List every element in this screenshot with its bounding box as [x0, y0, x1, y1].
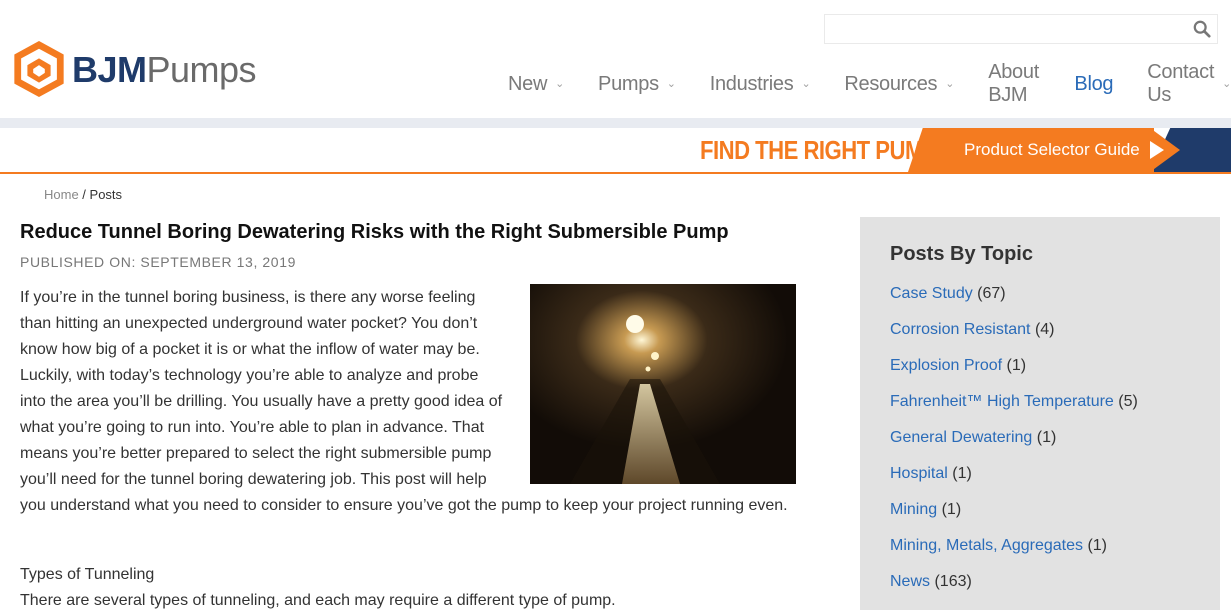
- topic-item: General Dewatering (1): [890, 427, 1138, 463]
- nav-item-pumps[interactable]: Pumps ⌄: [598, 70, 676, 98]
- product-selector-button[interactable]: Product Selector Guide: [908, 128, 1154, 172]
- chevron-down-icon: ⌄: [666, 77, 676, 90]
- topic-link[interactable]: Mining: [890, 501, 937, 518]
- topic-count: (1): [941, 501, 962, 518]
- nav-label: Industries: [709, 72, 794, 95]
- topic-count: (1): [952, 465, 972, 482]
- nav-item-industries[interactable]: Industries ⌄: [710, 70, 811, 98]
- topic-link[interactable]: Mining, Metals, Aggregates: [890, 537, 1083, 554]
- nav-item-blog[interactable]: Blog: [1074, 70, 1113, 98]
- logo-bjm: BJM: [72, 49, 147, 90]
- breadcrumb-home[interactable]: Home: [44, 187, 79, 202]
- nav-label: Contact Us: [1147, 61, 1215, 106]
- topic-count: (163): [934, 573, 972, 590]
- nav-label: Resources: [844, 72, 938, 95]
- article-title: Reduce Tunnel Boring Dewatering Risks wi…: [20, 221, 729, 243]
- nav-label: New: [508, 72, 548, 95]
- topic-count: (5): [1118, 393, 1138, 410]
- topic-item: Explosion Proof (1): [890, 355, 1138, 391]
- search-box: [824, 14, 1218, 44]
- tunnel-photo: [530, 284, 796, 484]
- chevron-down-icon: ⌄: [555, 77, 565, 90]
- topic-item: Case Study (67): [890, 283, 1138, 319]
- section-heading: Types of Tunneling: [20, 566, 155, 583]
- published-date: PUBLISHED ON: SEPTEMBER 13, 2019: [20, 254, 296, 270]
- sidebar-title: Posts By Topic: [890, 243, 1033, 265]
- article-paragraph: There are several types of tunneling, an…: [20, 592, 616, 609]
- find-pump-banner: FIND THE RIGHT PUMP Product Selector Gui…: [0, 128, 1231, 174]
- article-intro: If you’re in the tunnel boring business,…: [20, 284, 800, 519]
- breadcrumb-separator: /: [78, 187, 90, 202]
- topic-link[interactable]: Explosion Proof: [890, 357, 1002, 374]
- nav-label: Pumps: [598, 72, 659, 95]
- bjm-logo-mark-icon: [14, 41, 64, 98]
- breadcrumb-current: Posts: [89, 187, 123, 202]
- posts-by-topic-sidebar: Posts By Topic Case Study (67) Corrosion…: [860, 217, 1220, 610]
- chevron-down-icon: ⌄: [801, 77, 811, 90]
- chevron-down-icon: ⌄: [1222, 77, 1231, 90]
- main-nav: New ⌄ Pumps ⌄ Industries ⌄ Resources ⌄ About…: [508, 61, 1231, 106]
- topic-item: Fahrenheit™ High Temperature (5): [890, 391, 1138, 427]
- breadcrumb: Home / Posts: [44, 187, 122, 202]
- topic-item: Mining (1): [890, 499, 1138, 535]
- nav-label: Blog: [1074, 72, 1114, 95]
- nav-label: About BJM: [988, 61, 1039, 106]
- chevron-down-icon: ⌄: [945, 77, 955, 90]
- topic-list: Case Study (67) Corrosion Resistant (4) …: [890, 283, 1138, 607]
- topic-item: Hospital (1): [890, 463, 1138, 499]
- topic-count: (1): [1087, 537, 1108, 554]
- topic-count: (1): [1036, 429, 1057, 446]
- nav-item-about[interactable]: About BJM: [988, 61, 1040, 106]
- topic-count: (1): [1006, 357, 1027, 374]
- topic-link[interactable]: News: [890, 573, 930, 590]
- topic-link[interactable]: Hospital: [890, 465, 948, 482]
- header-divider: [0, 118, 1231, 128]
- product-selector-label: Product Selector Guide: [964, 140, 1140, 159]
- nav-item-new[interactable]: New ⌄: [508, 70, 564, 98]
- search-icon[interactable]: [1193, 20, 1211, 38]
- play-arrow-icon: [1150, 141, 1164, 159]
- banner-title: FIND THE RIGHT PUMP: [700, 135, 938, 165]
- topic-link[interactable]: General Dewatering: [890, 429, 1032, 446]
- topic-link[interactable]: Corrosion Resistant: [890, 321, 1031, 338]
- search-input[interactable]: [825, 15, 1201, 43]
- logo-pumps: Pumps: [146, 49, 257, 90]
- bjm-logo[interactable]: BJMPumps: [10, 40, 257, 100]
- topic-item: News (163): [890, 571, 1138, 607]
- topic-link[interactable]: Fahrenheit™ High Temperature: [890, 393, 1114, 410]
- topic-item: Corrosion Resistant (4): [890, 319, 1138, 355]
- nav-item-contact[interactable]: Contact Us ⌄: [1147, 61, 1231, 106]
- site-header: BJMPumps New ⌄ Pumps ⌄ Industries ⌄ Resourc…: [0, 0, 1231, 118]
- topic-link[interactable]: Case Study: [890, 285, 973, 302]
- topic-count: (67): [977, 285, 1006, 302]
- nav-item-resources[interactable]: Resources ⌄: [844, 70, 954, 98]
- logo-wordmark: BJMPumps: [72, 49, 257, 90]
- topic-item: Mining, Metals, Aggregates (1): [890, 535, 1138, 571]
- topic-count: (4): [1034, 321, 1055, 338]
